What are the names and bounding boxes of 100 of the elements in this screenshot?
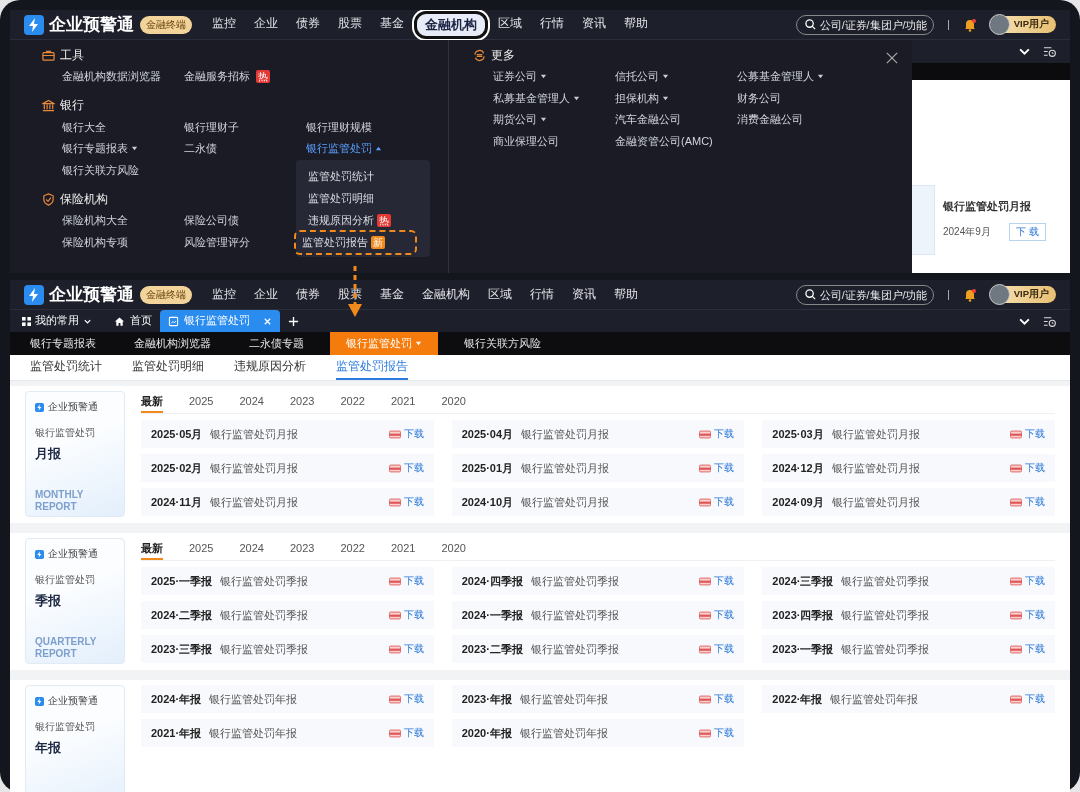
nav-item[interactable]: 股票: [330, 282, 370, 307]
nav-item[interactable]: 企业: [246, 282, 286, 307]
year-tab[interactable]: 2022: [340, 391, 365, 413]
year-tab[interactable]: 2021: [390, 538, 416, 560]
download-link[interactable]: 下载: [699, 461, 735, 475]
sub-tab[interactable]: 监管处罚统计: [30, 355, 102, 380]
report-row[interactable]: 2024·三季报 银行监管处罚季报 下载: [762, 567, 1055, 595]
nav-item[interactable]: 股票: [330, 10, 370, 39]
report-row[interactable]: 2021·年报 银行监管处罚年报 下载: [141, 719, 434, 747]
menu-item[interactable]: 商业保理公司: [493, 133, 559, 149]
download-link[interactable]: 下载: [1010, 642, 1045, 656]
nav-item[interactable]: 监控: [204, 282, 244, 307]
download-link[interactable]: 下载: [388, 642, 424, 656]
history-icon[interactable]: [1043, 314, 1056, 328]
nav-item[interactable]: 区域: [480, 282, 520, 307]
year-tab[interactable]: 最新: [141, 538, 163, 560]
menu-item[interactable]: 银行关联方风险: [62, 162, 139, 178]
menu-item[interactable]: 担保机构: [615, 90, 669, 106]
nav-item[interactable]: 企业: [246, 10, 286, 39]
report-row[interactable]: 2025·01月 银行监管处罚月报 下载: [451, 454, 745, 482]
download-link[interactable]: 下载: [699, 495, 735, 509]
download-link[interactable]: 下载: [1010, 574, 1045, 588]
report-row[interactable]: 2025·一季报 银行监管处罚季报 下载: [141, 567, 434, 595]
nav-item[interactable]: 资讯: [564, 282, 604, 307]
sub-tab[interactable]: 违规原因分析: [234, 355, 306, 380]
section-tab[interactable]: 银行关联方风险: [452, 332, 553, 355]
download-button[interactable]: 下 载: [1008, 223, 1046, 241]
download-link[interactable]: 下载: [699, 726, 735, 740]
report-row[interactable]: 2025·05月 银行监管处罚月报 下载: [141, 420, 434, 448]
menu-item[interactable]: 私募基金管理人: [493, 90, 580, 106]
download-link[interactable]: 下载: [1010, 461, 1045, 475]
download-link[interactable]: 下载: [388, 608, 424, 622]
nav-item[interactable]: 资讯: [574, 10, 614, 39]
download-link[interactable]: 下载: [388, 495, 424, 509]
menu-item[interactable]: 金融服务招标: [184, 69, 250, 85]
nav-item[interactable]: 帮助: [606, 282, 646, 307]
nav-item[interactable]: 债券: [288, 282, 328, 307]
submenu-item[interactable]: 监管处罚报告 新: [294, 229, 417, 255]
download-link[interactable]: 下载: [388, 726, 424, 740]
year-tab[interactable]: 2021: [390, 391, 416, 413]
menu-item[interactable]: 保险机构专项: [62, 234, 128, 250]
nav-item[interactable]: 行情: [532, 10, 572, 39]
page-tab[interactable]: 首页: [106, 310, 160, 332]
report-row[interactable]: 2024·10月 银行监管处罚月报 下载: [451, 488, 745, 516]
year-tab[interactable]: 2025: [189, 391, 214, 413]
sub-tab[interactable]: 监管处罚明细: [132, 355, 204, 380]
nav-item[interactable]: 监控: [204, 10, 244, 39]
submenu-item[interactable]: 监管处罚明细: [302, 186, 380, 210]
menu-item[interactable]: 银行理财规模: [306, 119, 372, 135]
year-tab[interactable]: 2023: [289, 391, 315, 413]
report-row[interactable]: 2024·09月 银行监管处罚月报 下载: [762, 488, 1055, 516]
year-tab[interactable]: 2024: [239, 538, 264, 560]
nav-item[interactable]: 帮助: [616, 10, 656, 39]
download-link[interactable]: 下载: [1010, 692, 1045, 706]
year-tab[interactable]: 2023: [289, 538, 315, 560]
menu-item[interactable]: 二永债: [184, 141, 217, 157]
download-link[interactable]: 下载: [1010, 608, 1045, 622]
download-link[interactable]: 下载: [1010, 427, 1045, 441]
section-tab[interactable]: 二永债专题: [237, 332, 316, 355]
report-row[interactable]: 2023·四季报 银行监管处罚季报 下载: [762, 601, 1055, 629]
download-link[interactable]: 下载: [699, 427, 735, 441]
download-link[interactable]: 下载: [388, 427, 424, 441]
report-row[interactable]: 2023·三季报 银行监管处罚季报 下载: [141, 635, 434, 663]
year-tab[interactable]: 2025: [189, 538, 214, 560]
menu-item[interactable]: 银行大全: [62, 119, 106, 135]
year-tab[interactable]: 2022: [340, 538, 365, 560]
menu-item[interactable]: 期货公司: [493, 112, 547, 128]
report-row[interactable]: 2022·年报 银行监管处罚年报 下载: [762, 685, 1055, 713]
download-link[interactable]: 下载: [388, 574, 424, 588]
download-link[interactable]: 下载: [1010, 495, 1045, 509]
sub-tab[interactable]: 监管处罚报告: [336, 355, 408, 380]
user-menu[interactable]: VIP用户: [990, 286, 1056, 303]
section-tab[interactable]: 金融机构浏览器: [122, 332, 223, 355]
menu-item[interactable]: 保险公司债: [184, 213, 239, 229]
menu-item[interactable]: 汽车金融公司: [615, 112, 681, 128]
download-link[interactable]: 下载: [699, 574, 735, 588]
nav-item[interactable]: 金融机构: [414, 282, 478, 307]
download-link[interactable]: 下载: [388, 461, 424, 475]
menu-item[interactable]: 保险机构大全: [62, 213, 128, 229]
report-row[interactable]: 2024·四季报 银行监管处罚季报 下载: [451, 567, 745, 595]
nav-item[interactable]: 基金: [372, 282, 412, 307]
menu-item[interactable]: 金融机构数据浏览器: [62, 69, 161, 85]
menu-item[interactable]: 信托公司: [615, 69, 669, 85]
close-icon[interactable]: [886, 52, 898, 64]
year-tab[interactable]: 2020: [441, 391, 466, 413]
report-row[interactable]: 2025·03月 银行监管处罚月报 下载: [762, 420, 1055, 448]
download-link[interactable]: 下载: [388, 692, 424, 706]
download-link[interactable]: 下载: [699, 608, 735, 622]
download-link[interactable]: 下载: [699, 692, 735, 706]
favorites-menu[interactable]: 我的常用: [22, 314, 92, 328]
menu-item[interactable]: 银行专题报表: [62, 141, 138, 157]
report-row[interactable]: 2024·12月 银行监管处罚月报 下载: [762, 454, 1055, 482]
menu-item[interactable]: 公募基金管理人: [737, 69, 824, 85]
section-tab[interactable]: 银行专题报表: [18, 332, 108, 355]
nav-item[interactable]: 行情: [522, 282, 562, 307]
add-tab-icon[interactable]: [288, 315, 299, 327]
year-tab[interactable]: 2024: [239, 391, 264, 413]
report-row[interactable]: 2024·一季报 银行监管处罚季报 下载: [451, 601, 745, 629]
nav-item[interactable]: 债券: [288, 10, 328, 39]
year-tab[interactable]: 最新: [141, 391, 163, 413]
